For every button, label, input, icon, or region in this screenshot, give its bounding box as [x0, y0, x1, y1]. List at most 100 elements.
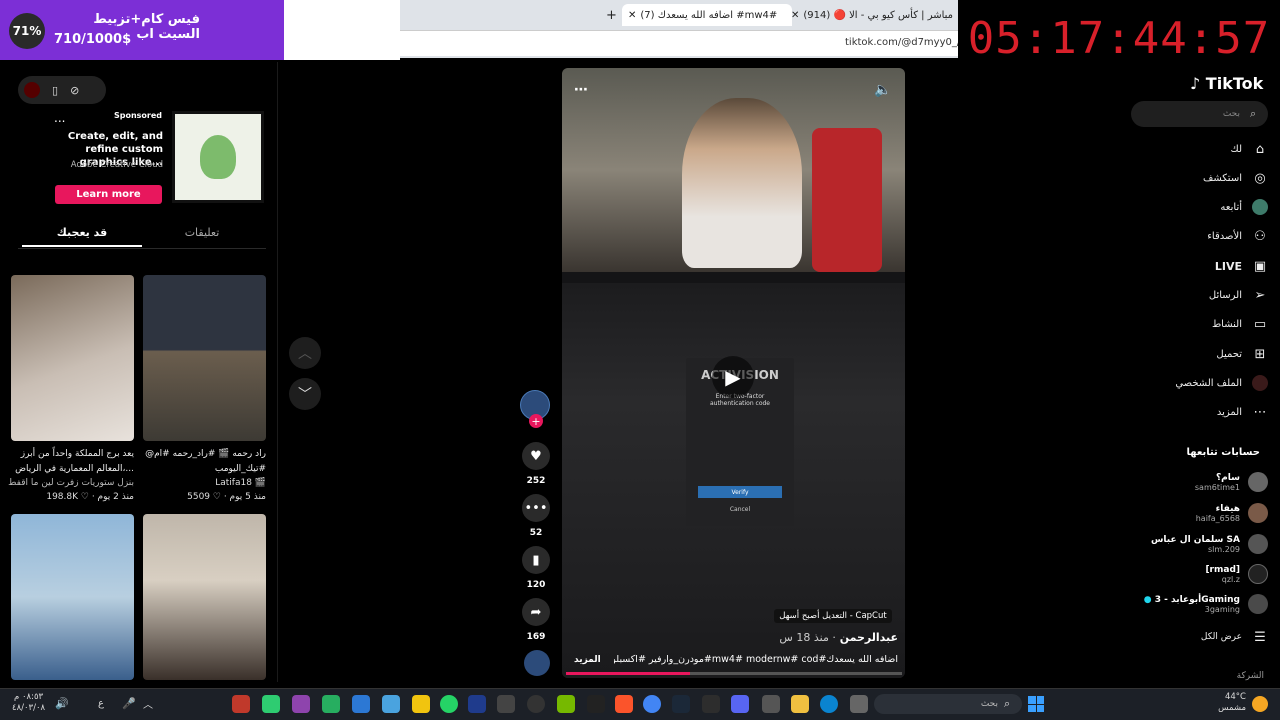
whatsapp-icon[interactable] — [440, 695, 458, 713]
nav-messages[interactable]: الرسائل ➢ — [1150, 287, 1268, 303]
nvidia-icon[interactable] — [557, 695, 575, 713]
taskbar-date: ٤٨/٠٣/٠٨ — [12, 703, 46, 713]
mic-icon[interactable]: 🎤 — [122, 697, 136, 710]
record-icon[interactable] — [24, 82, 40, 98]
nav-label: الرسائل — [1208, 289, 1242, 301]
steam-icon[interactable] — [672, 695, 690, 713]
new-tab-button[interactable]: + — [600, 4, 618, 26]
comment-icon[interactable]: ••• — [522, 494, 550, 522]
taskbar-search[interactable]: بحث — [874, 694, 1022, 714]
ea-icon[interactable] — [468, 695, 486, 713]
video-caption[interactable]: اضافه الله يسعدك#mw4# modernw# cod#مودرن… — [614, 654, 898, 665]
company-link[interactable]: الشركة — [1200, 671, 1264, 681]
nav-label: LIVE — [1214, 259, 1242, 273]
brave-icon[interactable] — [615, 695, 633, 713]
avatar — [1248, 534, 1268, 554]
account-item[interactable]: ● أبوعابد - 3Gaming 3gaming — [1130, 594, 1268, 614]
close-icon[interactable]: ✕ — [791, 10, 799, 21]
epic-icon[interactable] — [587, 695, 605, 713]
thumb-caption[interactable]: @راد رحمه 🎬 #راد_رحمه #ام #تيك_اليومب — [136, 447, 266, 477]
nav-live[interactable]: LIVE ▣ — [1150, 258, 1268, 274]
task-view-icon[interactable] — [850, 695, 868, 713]
link-icon[interactable]: ⊘ — [70, 84, 79, 97]
epic-games-icon[interactable] — [232, 695, 250, 713]
nav-upload[interactable]: تحميل ⊞ — [1150, 346, 1268, 362]
video-more-icon[interactable]: ⋯ — [574, 82, 588, 98]
chrome-icon[interactable] — [643, 695, 661, 713]
app-icon[interactable] — [702, 695, 720, 713]
see-all-button[interactable]: عرض الكل ☰ — [1150, 629, 1268, 645]
caption-more-button[interactable]: المزيد — [574, 655, 601, 665]
weather-widget[interactable]: 44°C مشمس — [1196, 692, 1246, 714]
rockstar-icon[interactable] — [412, 695, 430, 713]
music-disc-icon[interactable] — [524, 650, 550, 676]
account-handle: sam6time1 — [1194, 482, 1240, 492]
edge-icon[interactable] — [820, 695, 838, 713]
search-icon[interactable]: ⌕ — [1250, 107, 1256, 121]
play-icon[interactable]: ▶ — [712, 356, 754, 398]
taskbar-clock[interactable]: ٠٨:٥٣ م ٤٨/٠٣/٠٨ — [12, 692, 45, 714]
app-icon[interactable] — [382, 695, 400, 713]
video-author[interactable]: عبدالرحمن — [840, 631, 898, 644]
bookmark-icon[interactable]: ▮ — [522, 546, 550, 574]
volume-tray-icon[interactable]: 🔊 — [55, 697, 69, 710]
obs-icon[interactable] — [527, 695, 545, 713]
account-item[interactable]: سام؟ sam6time1 — [1130, 472, 1268, 492]
close-icon[interactable]: ✕ — [628, 10, 636, 21]
discord-icon[interactable] — [731, 695, 749, 713]
thumb-caption[interactable]: يعد برج المملكة واحداً من أبرز المعالم ا… — [4, 447, 134, 477]
share-icon[interactable]: ➦ — [522, 598, 550, 626]
tab-you-may-like[interactable]: قد يعجبك — [22, 226, 142, 247]
nav-friends[interactable]: الأصدقاء ⚇ — [1150, 228, 1268, 244]
folder-icon[interactable] — [791, 695, 809, 713]
nav-activity[interactable]: النشاط ▭ — [1150, 316, 1268, 332]
volume-icon[interactable]: 🔈 — [874, 82, 891, 98]
inbox-icon: ▭ — [1253, 316, 1267, 332]
follow-plus-icon[interactable]: + — [529, 414, 543, 428]
tray-overflow-icon[interactable]: ︿ — [143, 696, 153, 711]
nav-for-you[interactable]: لك ⌂ — [1150, 141, 1268, 157]
app-icon[interactable] — [262, 695, 280, 713]
thumb-subtext: بنزل ستوريات زفرت لين ما اقفط — [8, 478, 134, 488]
nav-label: تحميل — [1216, 348, 1242, 360]
next-video-button[interactable]: ﹀ — [289, 378, 321, 410]
video-thumbnail[interactable] — [11, 275, 134, 441]
avatar — [1248, 564, 1268, 584]
video-player[interactable]: ⋯ 🔈 ACTIVISION Enter two-factor authenti… — [562, 68, 905, 678]
app-icon[interactable] — [762, 695, 780, 713]
video-thumbnail[interactable] — [143, 275, 266, 441]
nav-more[interactable]: المزيد ⋯ — [1150, 404, 1268, 420]
account-handle: haifa_6568 — [1195, 513, 1240, 523]
ad-advertiser: Adobe Creative Cloud — [70, 160, 163, 170]
video-author-line[interactable]: عبدالرحمن · منذ 18 س — [702, 631, 898, 644]
nav-profile[interactable]: الملف الشخصي — [1150, 375, 1268, 391]
account-item[interactable]: هيفاء haifa_6568 — [1130, 503, 1268, 523]
ad-image[interactable] — [172, 111, 264, 203]
tiktok-logo[interactable]: ♪ TikTok — [1190, 74, 1263, 93]
search-placeholder: بحث — [1222, 109, 1240, 119]
search-input[interactable]: بحث — [1131, 101, 1268, 127]
capcut-icon[interactable] — [497, 695, 515, 713]
like-icon[interactable]: ♥ — [522, 442, 550, 470]
video-thumbnail[interactable] — [11, 514, 134, 680]
app-icon[interactable] — [292, 695, 310, 713]
app-icon[interactable] — [352, 695, 370, 713]
windows-start-icon[interactable] — [1028, 696, 1044, 712]
nav-explore[interactable]: استكشف ◎ — [1150, 170, 1268, 186]
account-item[interactable]: سلمان ال عباس SA slm.209 — [1130, 534, 1268, 554]
phone-icon[interactable]: ▯ — [52, 84, 58, 97]
nav-following[interactable]: أتابعه — [1150, 199, 1268, 215]
tab-tiktok[interactable]: ✕ (7) اضافه الله يسعدك #mw4# — [622, 4, 792, 26]
prev-video-button[interactable]: ︿ — [289, 337, 321, 369]
account-item[interactable]: [rmad] qzl.z — [1130, 564, 1268, 584]
capcut-link[interactable]: CapCut - التعديل أصبح أسهل — [774, 609, 892, 623]
tab-comments[interactable]: تعليقات — [142, 226, 262, 245]
ad-more-icon[interactable]: ... — [54, 111, 65, 125]
video-thumbnail[interactable] — [143, 514, 266, 680]
player-controls-pill[interactable]: ▯ ⊘ — [18, 76, 106, 104]
learn-more-button[interactable]: Learn more — [55, 185, 162, 204]
tab-youtube[interactable]: ✕ (914) 🔴 مباشر | كأس كيو بي - الا — [785, 4, 955, 26]
xbox-icon[interactable] — [322, 695, 340, 713]
account-handle: slm.209 — [1208, 544, 1240, 554]
language-indicator[interactable]: ع — [98, 698, 104, 709]
